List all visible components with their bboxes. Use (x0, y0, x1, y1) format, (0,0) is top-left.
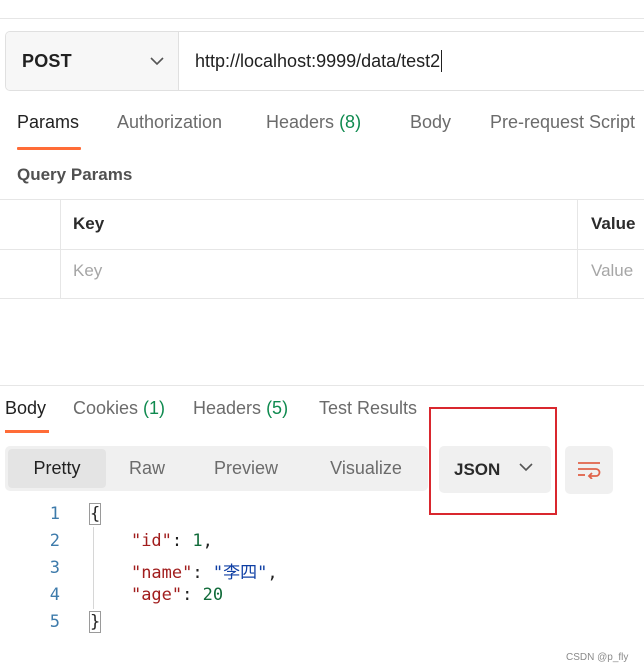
method-label: POST (22, 50, 72, 71)
view-pretty-button[interactable]: Pretty (8, 449, 106, 488)
table-border-bottom (0, 298, 644, 299)
response-tab-headers-label: Headers (193, 398, 262, 418)
response-tab-body[interactable]: Body (5, 398, 46, 419)
table-col-divider (577, 199, 578, 299)
watermark: CSDN @p_fly (566, 652, 629, 663)
request-tabs: Params Authorization Headers (8) Body Pr… (0, 112, 644, 152)
view-preview-button[interactable]: Preview (195, 449, 297, 488)
url-input[interactable]: http://localhost:9999/data/test2 (179, 32, 644, 90)
line-number: 5 (49, 612, 60, 632)
method-select[interactable]: POST (6, 32, 179, 90)
response-tab-cookies-label: Cookies (73, 398, 139, 418)
tab-headers-label: Headers (266, 112, 335, 132)
line-number: 4 (49, 585, 60, 605)
response-divider (0, 385, 644, 386)
active-tab-indicator (17, 147, 81, 150)
code-line-2: "id": 1, (130, 531, 213, 551)
tab-params[interactable]: Params (17, 112, 79, 133)
tab-headers[interactable]: Headers (8) (266, 112, 361, 133)
key-input[interactable]: Key (73, 261, 102, 281)
wrap-lines-button[interactable] (565, 446, 613, 494)
tab-prerequest-script[interactable]: Pre-request Script (490, 112, 635, 133)
wrap-lines-icon (578, 462, 601, 479)
line-number: 2 (49, 531, 60, 551)
json-key-name: "name" (130, 563, 193, 583)
response-tab-headers-count: (5) (266, 398, 289, 418)
close-brace: } (88, 611, 102, 633)
table-col-divider (60, 199, 61, 299)
response-body-editor[interactable]: 1 2 3 4 5 { "id": 1, "name": "李四", "age"… (0, 500, 644, 640)
text-caret (441, 50, 443, 72)
value-input[interactable]: Value (591, 261, 633, 281)
view-raw-button[interactable]: Raw (108, 449, 186, 488)
line-number: 3 (49, 558, 60, 578)
json-value-name: "李四" (212, 563, 268, 583)
response-tab-cookies-count: (1) (143, 398, 166, 418)
response-tab-test-results[interactable]: Test Results (319, 398, 417, 419)
json-key-age: "age" (130, 585, 183, 605)
open-brace: { (88, 503, 102, 525)
json-key-id: "id" (130, 531, 172, 551)
column-header-key: Key (73, 214, 105, 233)
response-tab-headers[interactable]: Headers (5) (193, 398, 288, 419)
annotation-highlight-box (429, 407, 557, 515)
tab-body[interactable]: Body (410, 112, 451, 133)
column-header-value: Value (591, 214, 636, 233)
response-tab-cookies[interactable]: Cookies (1) (73, 398, 165, 419)
json-value-age: 20 (202, 585, 224, 605)
code-line-3: "name": "李四", (130, 563, 278, 583)
table-border-top (0, 199, 644, 200)
code-line-5: } (88, 611, 102, 633)
url-value: http://localhost:9999/data/test2 (195, 50, 441, 71)
code-line-1: { (88, 503, 102, 525)
request-bar: POST http://localhost:9999/data/test2 (5, 31, 644, 91)
line-number: 1 (49, 504, 60, 524)
query-params-title: Query Params (17, 165, 133, 184)
tab-headers-count: (8) (339, 112, 362, 132)
table-row-divider (0, 249, 644, 250)
top-divider (0, 18, 644, 19)
tab-authorization[interactable]: Authorization (117, 112, 222, 133)
view-visualize-button[interactable]: Visualize (310, 449, 422, 488)
active-response-tab-indicator (5, 430, 49, 433)
query-params-table: Key Value Key Value (0, 199, 644, 299)
json-value-id: 1 (192, 531, 203, 551)
chevron-down-icon (150, 56, 164, 65)
code-line-4: "age": 20 (130, 585, 224, 605)
view-mode-switcher: Pretty Raw Preview Visualize (5, 446, 428, 491)
